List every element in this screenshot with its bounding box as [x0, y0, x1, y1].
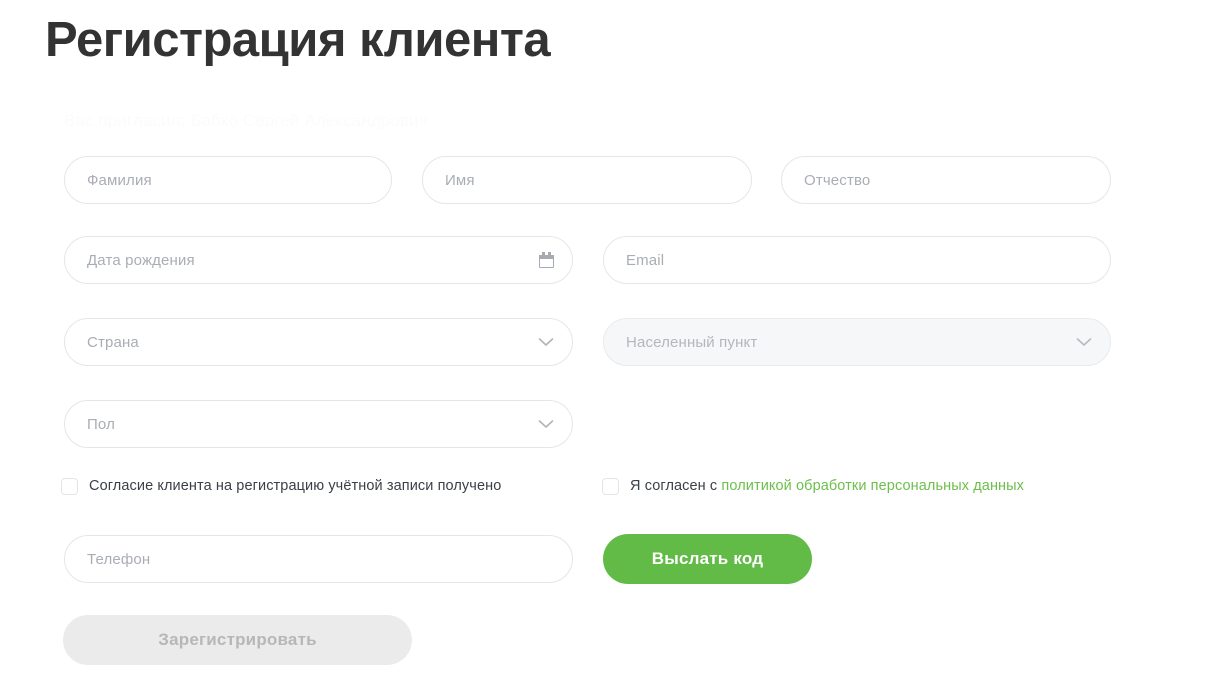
country-select[interactable]: Страна [64, 318, 573, 366]
locality-placeholder: Населенный пункт [626, 333, 758, 351]
middlename-placeholder: Отчество [804, 171, 871, 189]
privacy-policy-link[interactable]: политикой обработки персональных данных [721, 478, 1024, 494]
birthdate-placeholder: Дата рождения [87, 251, 195, 269]
phone-placeholder: Телефон [87, 550, 151, 568]
policy-label: Я согласен с политикой обработки персона… [630, 479, 1024, 494]
registration-page: Регистрация клиента Вас пригласил: Бабко… [0, 0, 1208, 689]
page-title: Регистрация клиента [45, 13, 551, 67]
policy-checkbox[interactable] [602, 478, 619, 495]
country-placeholder: Страна [87, 333, 139, 351]
policy-checkbox-row[interactable]: Я согласен с политикой обработки персона… [602, 478, 1024, 495]
firstname-placeholder: Имя [445, 171, 475, 189]
invited-by-subtitle: Вас пригласил: Бабко Сергей Александрови… [64, 111, 428, 130]
gender-select[interactable]: Пол [64, 400, 573, 448]
lastname-field[interactable]: Фамилия [64, 156, 392, 204]
firstname-field[interactable]: Имя [422, 156, 752, 204]
chevron-down-icon[interactable] [538, 419, 554, 429]
lastname-placeholder: Фамилия [87, 171, 152, 189]
middlename-field[interactable]: Отчество [781, 156, 1111, 204]
calendar-icon[interactable] [539, 252, 554, 268]
locality-select[interactable]: Населенный пункт [603, 318, 1111, 366]
send-code-label: Выслать код [651, 549, 764, 568]
send-code-button[interactable]: Выслать код [603, 534, 812, 584]
consent-checkbox-row[interactable]: Согласие клиента на регистрацию учётной … [61, 478, 501, 495]
register-label: Зарегистрировать [158, 630, 317, 649]
email-placeholder: Email [626, 251, 665, 269]
policy-label-prefix: Я согласен с [630, 478, 722, 495]
email-field[interactable]: Email [603, 236, 1111, 284]
phone-field[interactable]: Телефон [64, 535, 573, 583]
birthdate-field[interactable]: Дата рождения [64, 236, 573, 284]
gender-placeholder: Пол [87, 415, 115, 433]
register-button[interactable]: Зарегистрировать [63, 615, 412, 665]
chevron-down-icon[interactable] [538, 337, 554, 347]
consent-label: Согласие клиента на регистрацию учётной … [89, 478, 502, 495]
chevron-down-icon[interactable] [1076, 337, 1092, 347]
consent-checkbox[interactable] [61, 478, 78, 495]
